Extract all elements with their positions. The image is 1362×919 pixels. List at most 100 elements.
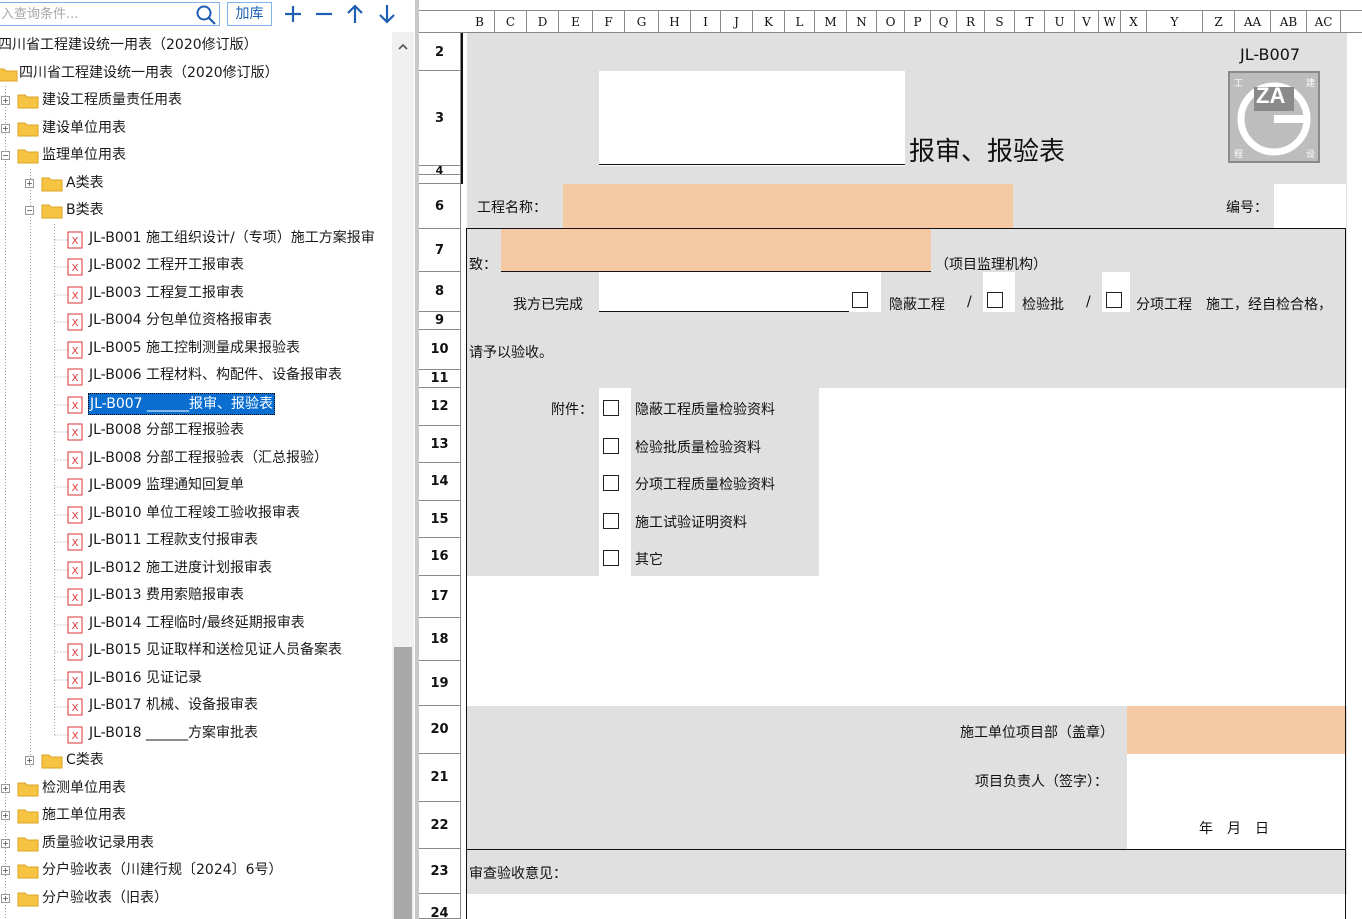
tree-leaf-item[interactable]: X JL-B008 分部工程报验表（汇总报验）: [0, 445, 328, 472]
tree-node-construction[interactable]: + 施工单位用表: [0, 802, 126, 829]
row-header-cell[interactable]: 15: [419, 501, 460, 538]
title-blank-field[interactable]: [599, 71, 905, 166]
completed-work-field[interactable]: [599, 272, 849, 312]
column-header-cell[interactable]: K: [753, 11, 785, 33]
column-header-cell[interactable]: G: [625, 11, 659, 33]
tree-leaf-item[interactable]: X JL-B008 分部工程报验表: [0, 417, 244, 444]
row-header-cell[interactable]: 20: [419, 706, 460, 754]
tree-node-supervision[interactable]: − 监理单位用表: [0, 142, 126, 169]
expand-icon[interactable]: +: [1, 96, 10, 105]
inspection-lot-checkbox[interactable]: [987, 292, 1003, 308]
column-header-cell[interactable]: Z: [1203, 11, 1235, 33]
tree-leaf-item[interactable]: X JL-B011 工程款支付报审表: [0, 527, 258, 554]
row-header-cell[interactable]: 11: [419, 370, 460, 388]
row-header-cell[interactable]: 24: [419, 894, 460, 919]
column-header-cell[interactable]: D: [527, 11, 559, 33]
column-header-cell[interactable]: AB: [1271, 11, 1307, 33]
row-header-cell[interactable]: 12: [419, 388, 460, 426]
tree-leaf-item[interactable]: X JL-B012 施工进度计划报审表: [0, 555, 272, 582]
tree-leaf-item[interactable]: X JL-B016 见证记录: [0, 665, 202, 692]
tree-node-owner[interactable]: + 建设单位用表: [0, 115, 126, 142]
column-header-cell[interactable]: P: [905, 11, 931, 33]
column-header-cell[interactable]: J: [721, 11, 753, 33]
attachment-checkbox[interactable]: [603, 400, 619, 416]
expand-icon[interactable]: +: [1, 784, 10, 793]
tree-leaf-item[interactable]: X JL-B009 监理通知回复单: [0, 472, 244, 499]
tree-leaf-item[interactable]: X JL-B001 施工组织设计/（专项）施工方案报审: [0, 225, 375, 252]
row-header-cell[interactable]: 19: [419, 661, 460, 706]
tree-node-quality-accept[interactable]: + 质量验收记录用表: [0, 830, 154, 857]
supervision-org-field[interactable]: [501, 229, 931, 272]
column-header-cell[interactable]: AC: [1307, 11, 1341, 33]
expand-icon[interactable]: +: [1, 839, 10, 848]
attachment-checkbox[interactable]: [603, 513, 619, 529]
row-header-cell[interactable]: 6: [419, 184, 460, 229]
search-input[interactable]: [1, 4, 191, 24]
tree-root[interactable]: 四川省工程建设统一用表（2020修订版）: [0, 32, 258, 59]
tree-node-household-old[interactable]: + 分户验收表（旧表）: [0, 885, 168, 912]
row-header-cell[interactable]: 16: [419, 538, 460, 576]
tree-node-class-b[interactable]: − B类表: [0, 197, 104, 224]
tree-node-class-a[interactable]: + A类表: [0, 170, 104, 197]
column-header-cell[interactable]: L: [785, 11, 815, 33]
dept-seal-field[interactable]: [1127, 706, 1346, 754]
row-header-cell[interactable]: 8: [419, 272, 460, 312]
column-header-cell[interactable]: F: [593, 11, 625, 33]
column-header-cell[interactable]: W: [1099, 11, 1121, 33]
attachment-checkbox[interactable]: [603, 550, 619, 566]
attachment-checkbox[interactable]: [603, 438, 619, 454]
tree-leaf-item[interactable]: X JL-B014 工程临时/最终延期报审表: [0, 610, 305, 637]
row-header-cell[interactable]: 21: [419, 754, 460, 802]
row-header-cell[interactable]: 10: [419, 330, 460, 370]
chevron-up-icon[interactable]: [396, 40, 410, 54]
column-header-cell[interactable]: U: [1045, 11, 1075, 33]
move-up-icon[interactable]: [342, 2, 368, 26]
collapse-icon[interactable]: −: [25, 206, 34, 215]
expand-icon[interactable]: +: [25, 179, 34, 188]
hidden-work-checkbox[interactable]: [852, 292, 868, 308]
move-down-icon[interactable]: [374, 2, 400, 26]
search-icon[interactable]: [195, 4, 217, 26]
expand-icon[interactable]: +: [25, 756, 34, 765]
review-opinion-field[interactable]: [467, 894, 1347, 919]
expand-icon[interactable]: +: [1, 124, 10, 133]
row-header-cell[interactable]: 18: [419, 618, 460, 661]
tree-node-top[interactable]: 四川省工程建设统一用表（2020修订版）: [0, 60, 392, 87]
tree-leaf-item[interactable]: X JL-B010 单位工程竣工验收报审表: [0, 500, 300, 527]
column-header-cell[interactable]: I: [691, 11, 721, 33]
column-header-cell[interactable]: V: [1075, 11, 1099, 33]
tree-node-testing[interactable]: + 检测单位用表: [0, 775, 126, 802]
tree-leaf-item[interactable]: X JL-B004 分包单位资格报审表: [0, 307, 272, 334]
column-header-cell[interactable]: Y: [1147, 11, 1203, 33]
column-header-cell[interactable]: X: [1121, 11, 1147, 33]
row-header-cell[interactable]: 22: [419, 802, 460, 849]
tree-scrollbar[interactable]: [392, 32, 414, 919]
tree-node-class-c[interactable]: + C类表: [0, 747, 104, 774]
tree-leaf-item[interactable]: X JL-B003 工程复工报审表: [0, 280, 244, 307]
column-header-cell[interactable]: N: [847, 11, 877, 33]
column-header-cell[interactable]: C: [495, 11, 527, 33]
row-header-cell[interactable]: 23: [419, 849, 460, 894]
tree-leaf-item[interactable]: X JL-B013 费用索赔报审表: [0, 582, 244, 609]
collapse-icon[interactable]: −: [1, 151, 10, 160]
row-header-cell-hidden[interactable]: [419, 175, 460, 184]
column-header-cell[interactable]: S: [985, 11, 1015, 33]
row-header-cell[interactable]: 3: [419, 71, 460, 166]
tree-node-quality-resp[interactable]: + 建设工程质量责任用表: [0, 87, 182, 114]
scrollbar-thumb[interactable]: [394, 647, 412, 919]
add-library-button[interactable]: 加库: [227, 2, 272, 26]
sheet-grid[interactable]: JL-B007 ZA 工 建 程 设 报审、报验表 工程名称： 编号： 致： （…: [461, 33, 1362, 919]
tree-leaf-item[interactable]: X JL-B015 见证取样和送检见证人员备案表: [0, 637, 342, 664]
row-header-cell[interactable]: 14: [419, 463, 460, 501]
column-header-cell[interactable]: E: [559, 11, 593, 33]
column-header-cell[interactable]: O: [877, 11, 905, 33]
tree-leaf-item[interactable]: X JL-B002 工程开工报审表: [0, 252, 244, 279]
column-header-cell[interactable]: H: [659, 11, 691, 33]
expand-icon[interactable]: +: [1, 866, 10, 875]
column-header-cell[interactable]: T: [1015, 11, 1045, 33]
sub-item-checkbox[interactable]: [1106, 292, 1122, 308]
tree-leaf-item[interactable]: X JL-B005 施工控制测量成果报验表: [0, 335, 300, 362]
row-header-cell[interactable]: 9: [419, 312, 460, 330]
tree-node-household-2024[interactable]: + 分户验收表（川建行规〔2024〕6号）: [0, 857, 283, 884]
column-header-cell[interactable]: Q: [931, 11, 957, 33]
